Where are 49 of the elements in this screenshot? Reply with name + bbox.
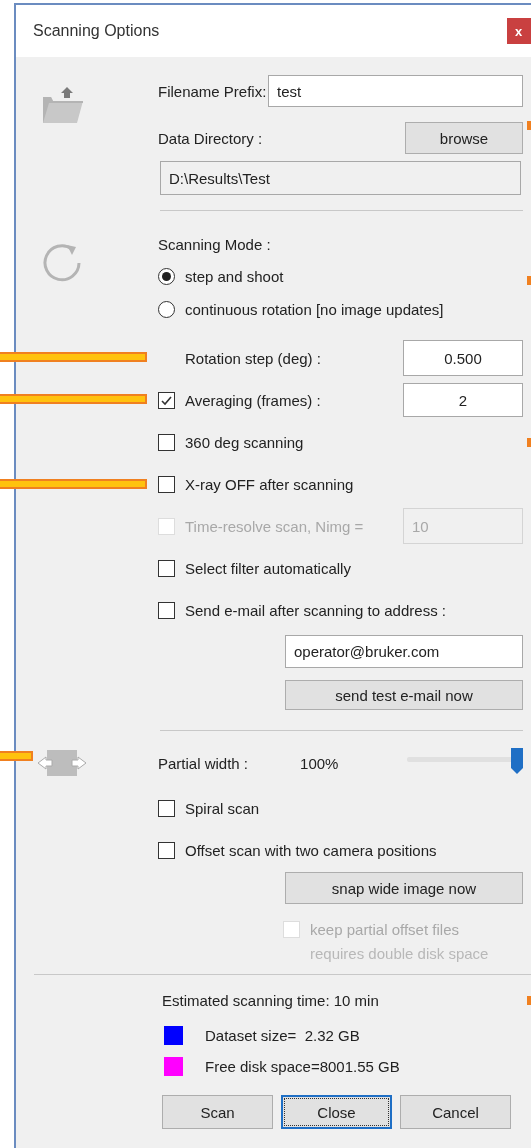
- estimate-text: Estimated scanning time: 10 min: [162, 991, 379, 1009]
- slider-label: Partial width :: [158, 754, 249, 772]
- checkbox-label: Time-resolve scan, Nimg =: [185, 517, 364, 535]
- number-field[interactable]: 0.500: [403, 340, 523, 376]
- radio-label: continuous rotation [no image updates]: [185, 301, 444, 318]
- radio-label: step and shoot: [185, 268, 284, 285]
- checkbox[interactable]: [158, 475, 175, 493]
- dialog-button[interactable]: Scan: [162, 1095, 273, 1129]
- section-label: Scanning Mode :: [158, 235, 271, 253]
- callout-marker: [527, 276, 531, 285]
- send-test-button[interactable]: send test e-mail now: [285, 680, 523, 710]
- checkbox[interactable]: [158, 799, 175, 817]
- radio-button[interactable]: [158, 268, 175, 285]
- checkbox-label: 360 deg scanning: [185, 433, 304, 451]
- field-label: Rotation step (deg) :: [185, 349, 321, 367]
- checkbox[interactable]: [158, 601, 175, 619]
- checkbox-label: Spiral scan: [185, 799, 260, 817]
- number-field[interactable]: 2: [403, 383, 523, 417]
- dialog-button[interactable]: Cancel: [400, 1095, 511, 1129]
- slider-thumb[interactable]: [511, 748, 523, 774]
- slider-reading: 100%: [300, 754, 339, 772]
- dialog-button[interactable]: Close: [281, 1095, 392, 1129]
- checkbox-label: keep partial offset files: [310, 920, 459, 938]
- window-title: Scanning Options: [33, 22, 160, 40]
- checkbox-label: Select filter automatically: [185, 559, 351, 577]
- browse-button[interactable]: browse: [405, 122, 523, 154]
- checkbox-label: Averaging (frames) :: [185, 391, 321, 409]
- email-field[interactable]: operator@bruker.com: [285, 635, 523, 668]
- checkbox[interactable]: [158, 559, 175, 577]
- title-close-control[interactable]: x: [507, 18, 531, 44]
- checkbox[interactable]: [158, 433, 175, 451]
- field-label: Data Directory :: [158, 129, 263, 147]
- checkbox[interactable]: [158, 391, 175, 409]
- snap-button[interactable]: snap wide image now: [285, 872, 523, 904]
- legend-label: Dataset size= 2.32 GB: [205, 1027, 360, 1044]
- text-field[interactable]: test: [268, 75, 523, 107]
- checkbox[interactable]: [158, 841, 175, 859]
- legend-label: Free disk space=8001.55 GB: [205, 1058, 400, 1075]
- checkbox-label: Send e-mail after scanning to address :: [185, 601, 446, 619]
- field-label: Filename Prefix:: [158, 82, 267, 100]
- callout-marker: [527, 438, 531, 447]
- path-field[interactable]: D:\Results\Test: [160, 161, 521, 195]
- checkbox-label: Offset scan with two camera positions: [185, 841, 437, 859]
- expand-width-icon: [37, 748, 87, 778]
- radio-button[interactable]: [158, 301, 175, 318]
- callout-marker: [527, 121, 531, 130]
- checkbox-label: X-ray OFF after scanning: [185, 475, 354, 493]
- callout-marker: [527, 996, 531, 1005]
- note-text: requires double disk space: [310, 944, 489, 962]
